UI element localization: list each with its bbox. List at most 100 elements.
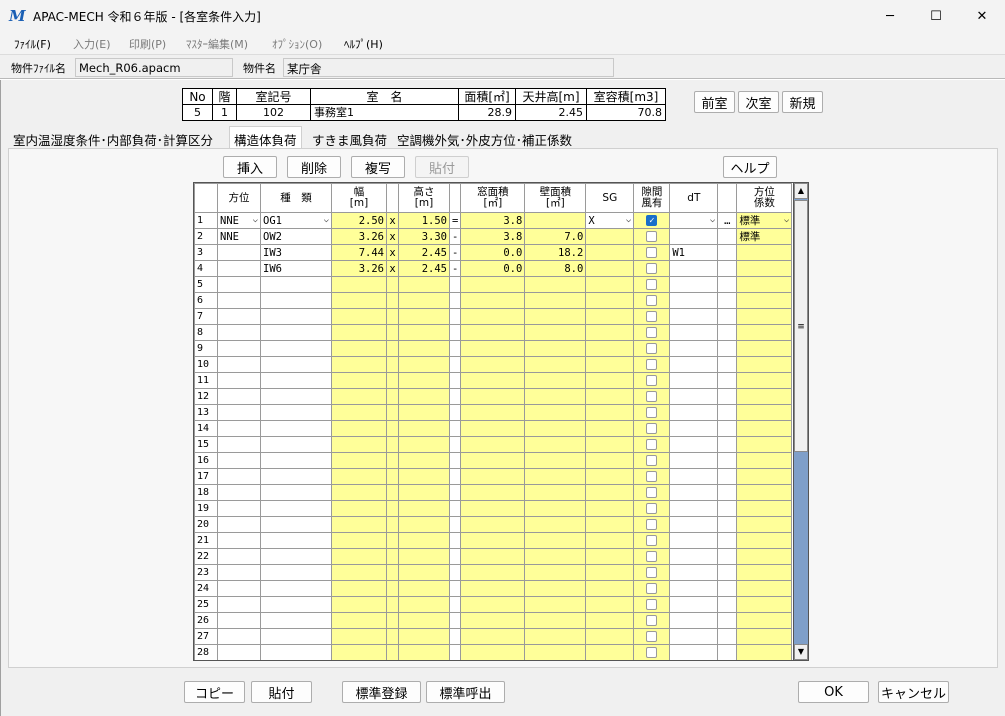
grid-empty-cell[interactable] <box>217 596 261 613</box>
scroll-down-icon[interactable]: ▼ <box>794 644 808 660</box>
grid-empty-cell[interactable] <box>331 340 387 357</box>
grid-empty-cell[interactable] <box>386 644 399 660</box>
grid-empty-cell[interactable] <box>217 420 261 437</box>
grid-empty-cell[interactable] <box>386 420 399 437</box>
gap-checkbox[interactable] <box>646 263 658 274</box>
grid-empty-cell[interactable] <box>717 404 738 421</box>
grid-empty-cell[interactable] <box>331 532 387 549</box>
grid-empty-cell[interactable] <box>260 308 332 325</box>
grid-empty-cell[interactable] <box>217 356 261 373</box>
grid-empty-cell[interactable] <box>460 548 526 565</box>
std-register-button[interactable]: 標準登録 <box>342 681 421 703</box>
chevron-down-icon[interactable]: ⌵ <box>784 214 789 228</box>
grid-empty-cell[interactable] <box>524 452 587 469</box>
grid-empty-cell[interactable] <box>460 404 526 421</box>
gap-checkbox[interactable] <box>646 247 658 258</box>
grid-empty-cell[interactable] <box>524 644 587 660</box>
grid-empty-cell[interactable] <box>331 548 387 565</box>
grid-empty-cell[interactable] <box>633 276 671 293</box>
chevron-down-icon[interactable]: ⌵ <box>626 214 631 228</box>
grid-empty-cell[interactable] <box>524 628 587 645</box>
grid-empty-cell[interactable] <box>585 436 635 453</box>
grid-empty-cell[interactable] <box>398 468 450 485</box>
grid-empty-cell[interactable] <box>669 308 719 325</box>
grid-empty-cell[interactable] <box>398 500 450 517</box>
grid-empty-cell[interactable] <box>448 420 462 437</box>
grid-empty-cell[interactable] <box>217 436 261 453</box>
grid-empty-cell[interactable] <box>524 564 587 581</box>
gap-checkbox[interactable] <box>646 279 658 290</box>
grid-empty-cell[interactable] <box>585 532 635 549</box>
grid-cell-sg[interactable] <box>585 244 635 261</box>
prev-room-button[interactable]: 前室 <box>694 91 735 113</box>
grid-empty-cell[interactable] <box>524 404 587 421</box>
grid-empty-cell[interactable] <box>669 292 719 309</box>
grid-empty-cell[interactable] <box>386 388 399 405</box>
grid-empty-cell[interactable] <box>398 308 450 325</box>
grid-empty-cell[interactable] <box>717 516 738 533</box>
grid-empty-cell[interactable] <box>386 404 399 421</box>
ok-button[interactable]: OK <box>798 681 869 703</box>
grid-empty-cell[interactable] <box>398 628 450 645</box>
grid-empty-cell[interactable] <box>398 612 450 629</box>
grid-empty-cell[interactable] <box>331 324 387 341</box>
scroll-up-icon[interactable]: ▲ <box>794 183 808 199</box>
tab-infiltration-load[interactable]: すきま風負荷 <box>312 128 387 148</box>
grid-empty-cell[interactable] <box>736 420 793 437</box>
grid-cell-width[interactable]: 2.50 <box>331 212 387 229</box>
grid-empty-cell[interactable] <box>448 484 462 501</box>
grid-cell-coef[interactable]: 標準 ⌵ <box>736 212 793 229</box>
grid-empty-cell[interactable] <box>260 564 332 581</box>
grid-empty-cell[interactable] <box>460 532 526 549</box>
grid-empty-cell[interactable] <box>717 644 738 660</box>
grid-empty-cell[interactable] <box>736 580 793 597</box>
grid-empty-cell[interactable] <box>398 340 450 357</box>
grid-empty-cell[interactable] <box>669 436 719 453</box>
grid-empty-cell[interactable] <box>331 388 387 405</box>
grid-empty-cell[interactable] <box>524 500 587 517</box>
grid-empty-cell[interactable] <box>398 404 450 421</box>
grid-empty-cell[interactable] <box>331 468 387 485</box>
grid-empty-cell[interactable] <box>460 596 526 613</box>
grid-empty-cell[interactable] <box>331 580 387 597</box>
grid-empty-cell[interactable] <box>736 388 793 405</box>
grid-empty-cell[interactable] <box>736 596 793 613</box>
grid-empty-cell[interactable] <box>386 532 399 549</box>
grid-empty-cell[interactable] <box>217 580 261 597</box>
grid-empty-cell[interactable] <box>736 612 793 629</box>
grid-empty-cell[interactable] <box>398 324 450 341</box>
grid-empty-cell[interactable] <box>331 484 387 501</box>
grid-empty-cell[interactable] <box>524 356 587 373</box>
grid-empty-cell[interactable] <box>524 308 587 325</box>
grid-empty-cell[interactable] <box>448 516 462 533</box>
menu-file[interactable]: ﾌｧｲﾙ(F) <box>14 36 51 52</box>
grid-empty-cell[interactable] <box>217 292 261 309</box>
grid-empty-cell[interactable] <box>736 500 793 517</box>
grid-empty-cell[interactable] <box>717 372 738 389</box>
grid-cell-sg[interactable] <box>585 228 635 245</box>
grid-cell-type[interactable]: OG1 ⌵ <box>260 212 332 229</box>
grid-empty-cell[interactable] <box>398 596 450 613</box>
grid-empty-cell[interactable] <box>217 468 261 485</box>
grid-cell-type[interactable]: IW3 <box>260 244 332 261</box>
grid-cell-height[interactable]: 3.30 <box>398 228 450 245</box>
grid-empty-cell[interactable] <box>260 276 332 293</box>
delete-button[interactable]: 削除 <box>287 156 341 178</box>
next-room-button[interactable]: 次室 <box>738 91 779 113</box>
grid-empty-cell[interactable] <box>260 644 332 660</box>
grid-cell-wall-area[interactable]: 7.0 <box>524 228 587 245</box>
grid-empty-cell[interactable] <box>448 532 462 549</box>
grid-empty-cell[interactable] <box>386 596 399 613</box>
grid-empty-cell[interactable] <box>524 340 587 357</box>
grid-empty-cell[interactable] <box>260 468 332 485</box>
grid-empty-cell[interactable] <box>460 628 526 645</box>
grid-empty-cell[interactable] <box>331 292 387 309</box>
gap-checkbox[interactable] <box>646 231 658 242</box>
grid-empty-cell[interactable] <box>585 548 635 565</box>
menu-input[interactable]: 入力(E) <box>73 36 111 52</box>
gap-checkbox[interactable] <box>646 631 658 642</box>
grid-empty-cell[interactable] <box>460 356 526 373</box>
tab-structure-load[interactable]: 構造体負荷 <box>229 126 302 148</box>
grid-empty-cell[interactable] <box>260 548 332 565</box>
grid-empty-cell[interactable] <box>386 484 399 501</box>
